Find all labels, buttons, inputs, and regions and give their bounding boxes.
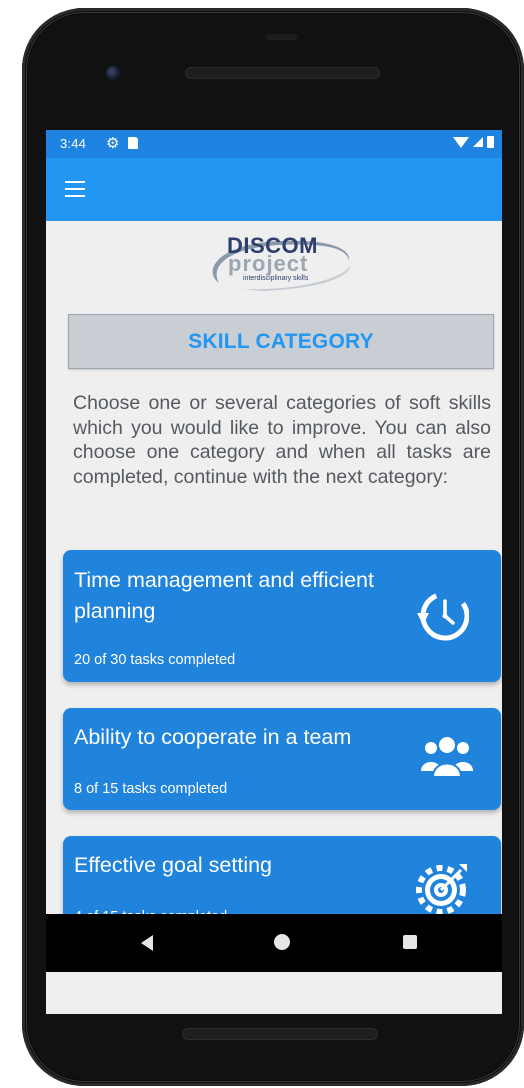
- discom-logo: DISCOM project interdisciplinary skills: [201, 231, 361, 293]
- category-progress: 8 of 15 tasks completed: [74, 781, 228, 797]
- gear-icon: ⚙: [106, 135, 120, 152]
- status-time: 3:44: [60, 136, 87, 151]
- screen: 3:44 ⚙ DISCOM project interdisciplinary …: [46, 130, 502, 1014]
- status-indicators: [453, 136, 494, 148]
- category-title: Time management and efficient planning: [74, 568, 374, 623]
- logo-tagline: interdisciplinary skills: [243, 275, 309, 282]
- category-progress: 20 of 30 tasks completed: [74, 652, 236, 668]
- clock-icon: [417, 591, 469, 641]
- team-icon: [421, 737, 473, 778]
- recents-icon[interactable]: [403, 935, 417, 949]
- hamburger-menu-icon[interactable]: [65, 181, 85, 197]
- category-title: Ability to cooperate in a team: [74, 725, 352, 749]
- home-icon[interactable]: [274, 934, 290, 950]
- status-bar: 3:44 ⚙: [46, 130, 502, 158]
- category-title: Effective goal setting: [74, 853, 273, 877]
- intro-text: Choose one or several categories of soft…: [73, 392, 491, 488]
- wifi-icon: [453, 136, 469, 148]
- skill-category-header: SKILL CATEGORY: [68, 314, 494, 369]
- category-card-time-management[interactable]: Time management and efficient planning 2…: [63, 550, 501, 682]
- main-content: DISCOM project interdisciplinary skills …: [46, 221, 502, 1014]
- earpiece-speaker: [185, 67, 380, 79]
- target-gear-icon: [416, 864, 467, 915]
- sd-card-icon: [128, 137, 138, 149]
- page-title: SKILL CATEGORY: [188, 329, 374, 353]
- back-icon[interactable]: [141, 935, 153, 951]
- logo-line2: project: [228, 251, 309, 276]
- system-nav-bar: [46, 914, 502, 972]
- sensor: [266, 34, 298, 40]
- app-bar: [46, 158, 502, 221]
- battery-icon: [487, 136, 494, 148]
- category-card-teamwork[interactable]: Ability to cooperate in a team 8 of 15 t…: [63, 708, 501, 810]
- bottom-speaker: [182, 1028, 378, 1040]
- signal-icon: [473, 137, 483, 147]
- front-camera: [106, 66, 120, 80]
